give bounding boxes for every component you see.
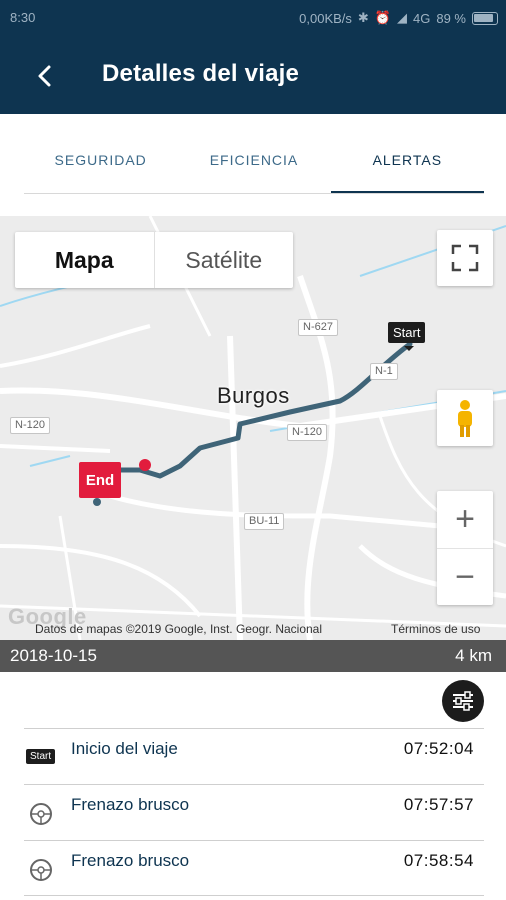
map-type-satelite[interactable]: Satélite	[153, 232, 294, 288]
tab-alertas[interactable]: ALERTAS	[330, 114, 484, 193]
alert-time: 07:52:04	[403, 739, 474, 758]
alert-label: Inicio del viaje	[71, 739, 178, 758]
map-copyright: Datos de mapas ©2019 Google, Inst. Geogr…	[35, 622, 323, 636]
alert-row[interactable]: Frenazo brusco 07:58:54	[24, 840, 484, 896]
map-type-mapa[interactable]: Mapa	[15, 232, 154, 288]
alert-label: Frenazo brusco	[71, 795, 190, 814]
city-label: Burgos	[217, 383, 290, 408]
status-icons: 0,00KB/s ✱ ⏰ ◢ 4G 89 %	[299, 10, 498, 26]
fullscreen-icon	[451, 244, 479, 272]
alert-label: Frenazo brusco	[71, 851, 190, 870]
battery-percent: 89 %	[436, 10, 466, 26]
end-marker[interactable]: End	[79, 462, 121, 498]
alerts-list: Start Inicio del viaje 07:52:04 Frenazo …	[24, 728, 484, 896]
steering-wheel-icon	[30, 859, 52, 881]
zoom-control: + −	[437, 491, 493, 605]
status-bar: 8:30 0,00KB/s ✱ ⏰ ◢ 4G 89 %	[0, 0, 506, 36]
signal-icon: ◢	[397, 10, 408, 25]
trip-date: 2018-10-15	[10, 646, 97, 665]
road-label: N-120	[287, 424, 327, 441]
bluetooth-icon: ✱	[357, 10, 369, 25]
steering-wheel-icon	[30, 803, 52, 825]
alert-row-start[interactable]: Start Inicio del viaje 07:52:04	[24, 728, 484, 784]
start-marker[interactable]: Start	[388, 322, 426, 351]
alert-row[interactable]: Frenazo brusco 07:57:57	[24, 784, 484, 840]
app-bar: Detalles del viaje	[0, 36, 506, 114]
road-label: N-627	[298, 319, 338, 336]
trip-map[interactable]: Mapa Satélite + − Burgos N-627 N-120 N-1…	[0, 216, 506, 640]
street-view-button[interactable]	[437, 390, 493, 446]
tab-eficiencia[interactable]: EFICIENCIA	[177, 114, 330, 193]
tab-bar: SEGURIDAD EFICIENCIA ALERTAS	[24, 114, 484, 194]
alert-time: 07:57:57	[403, 795, 474, 814]
fullscreen-button[interactable]	[437, 230, 493, 286]
arrow-left-icon	[38, 65, 51, 87]
alert-time: 07:58:54	[403, 851, 474, 870]
status-time: 8:30	[10, 10, 36, 25]
zoom-in-button[interactable]: +	[437, 491, 493, 548]
filter-button[interactable]	[442, 680, 484, 722]
terms-link[interactable]: Términos de uso	[391, 622, 480, 636]
road-label: BU-11	[244, 513, 285, 530]
sliders-icon	[453, 691, 473, 711]
zoom-out-button[interactable]: −	[437, 548, 493, 605]
network-type: 4G	[413, 10, 431, 26]
page-title: Detalles del viaje	[102, 60, 300, 87]
network-speed: 0,00KB/s	[299, 10, 352, 26]
pegman-icon	[458, 400, 472, 437]
tab-seguridad[interactable]: SEGURIDAD	[24, 114, 177, 193]
alarm-icon: ⏰	[374, 10, 392, 25]
trip-distance: 4 km	[455, 646, 492, 665]
trip-summary-bar: 2018-10-15 4 km	[0, 640, 506, 672]
road-label: N-120	[10, 417, 50, 434]
battery-icon	[472, 11, 498, 25]
back-button[interactable]	[28, 58, 64, 94]
road-label: N-1	[370, 363, 398, 380]
start-flag-icon: Start	[26, 749, 56, 764]
map-type-toggle: Mapa Satélite	[15, 232, 293, 288]
